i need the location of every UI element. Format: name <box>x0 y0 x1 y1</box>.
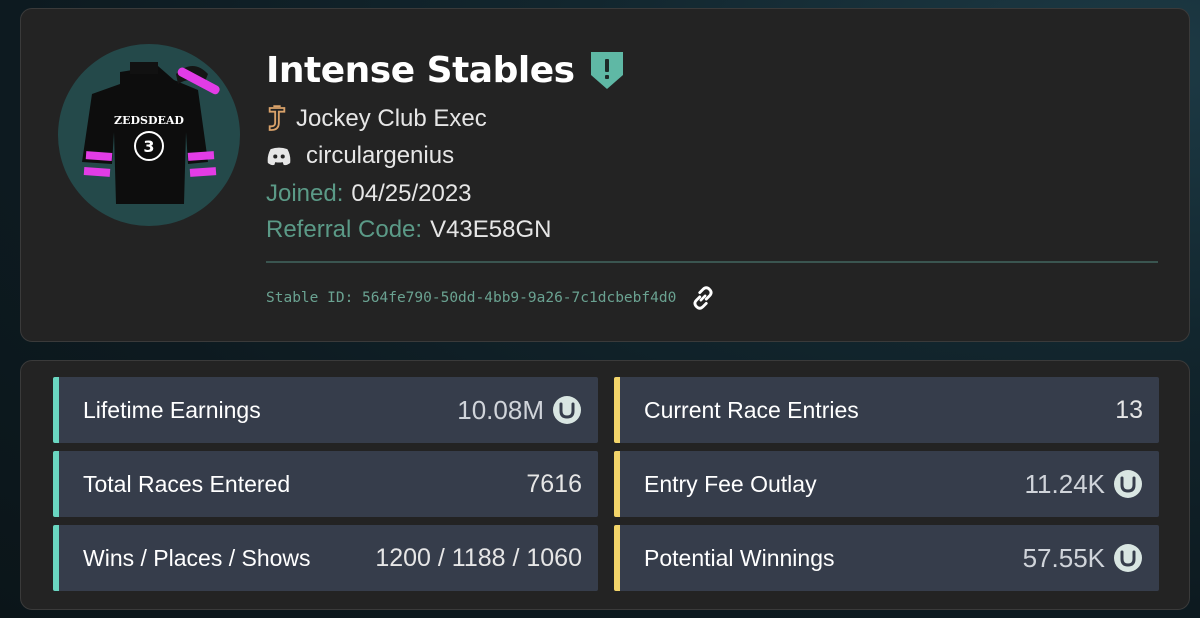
referral-row: Referral Code: V43E58GN <box>266 216 551 244</box>
role-label: Jockey Club Exec <box>296 105 487 132</box>
stat-label: Potential Winnings <box>644 544 835 571</box>
referral-label: Referral Code: <box>266 216 423 243</box>
stat-label: Lifetime Earnings <box>83 396 261 423</box>
stable-silks-avatar: ZEDSDEAD 3 <box>58 44 240 226</box>
stat-label: Total Races Entered <box>83 470 291 497</box>
stat-entry-fee-outlay: Entry Fee Outlay 11.24K <box>614 451 1159 517</box>
stat-label: Entry Fee Outlay <box>644 470 817 497</box>
stat-value: 13 <box>1115 395 1143 424</box>
stat-total-races-entered: Total Races Entered 7616 <box>53 451 598 517</box>
role-row: Jockey Club Exec <box>266 104 487 134</box>
stat-label: Current Race Entries <box>644 396 859 423</box>
stat-value: 57.55K <box>1022 542 1105 573</box>
discord-icon <box>266 147 292 166</box>
horseshoe-coin-icon <box>1114 544 1142 572</box>
stable-id-row: Stable ID: 564fe790-50dd-4bb9-9a26-7c1dc… <box>266 285 716 311</box>
copy-link-icon[interactable] <box>690 285 716 311</box>
horseshoe-coin-icon <box>1114 470 1142 498</box>
stable-profile-card: ZEDSDEAD 3 Intense Stables Jockey Club E… <box>20 8 1190 342</box>
stable-name-row: Intense Stables <box>266 49 625 91</box>
horseshoe-coin-icon <box>553 396 581 424</box>
jockey-silks-image: ZEDSDEAD 3 <box>82 62 220 204</box>
svg-text:3: 3 <box>143 137 154 156</box>
stat-lifetime-earnings: Lifetime Earnings 10.08M <box>53 377 598 443</box>
shield-alert-icon <box>589 49 625 91</box>
profile-divider <box>266 261 1158 263</box>
discord-row: circulargenius <box>266 142 454 170</box>
joined-date: 04/25/2023 <box>351 180 472 207</box>
stat-potential-winnings: Potential Winnings 57.55K <box>614 525 1159 591</box>
joined-row: Joined: 04/25/2023 <box>266 180 472 208</box>
discord-username: circulargenius <box>306 142 455 169</box>
referral-code[interactable]: V43E58GN <box>430 216 551 244</box>
stable-id-text: Stable ID: 564fe790-50dd-4bb9-9a26-7c1dc… <box>266 290 677 306</box>
stable-stats-card: Lifetime Earnings 10.08M Total Races Ent… <box>20 360 1190 610</box>
stat-value: 11.24K <box>1024 468 1105 499</box>
jockey-club-icon <box>266 104 288 134</box>
stat-value: 1200 / 1188 / 1060 <box>375 543 582 572</box>
stat-value: 7616 <box>526 469 582 498</box>
joined-label: Joined: <box>266 180 344 207</box>
stat-current-race-entries: Current Race Entries 13 <box>614 377 1159 443</box>
stable-name: Intense Stables <box>266 49 575 91</box>
stat-wins-places-shows: Wins / Places / Shows 1200 / 1188 / 1060 <box>53 525 598 591</box>
svg-text:ZEDSDEAD: ZEDSDEAD <box>114 114 184 127</box>
stat-value: 10.08M <box>457 394 544 425</box>
stat-label: Wins / Places / Shows <box>83 544 311 571</box>
